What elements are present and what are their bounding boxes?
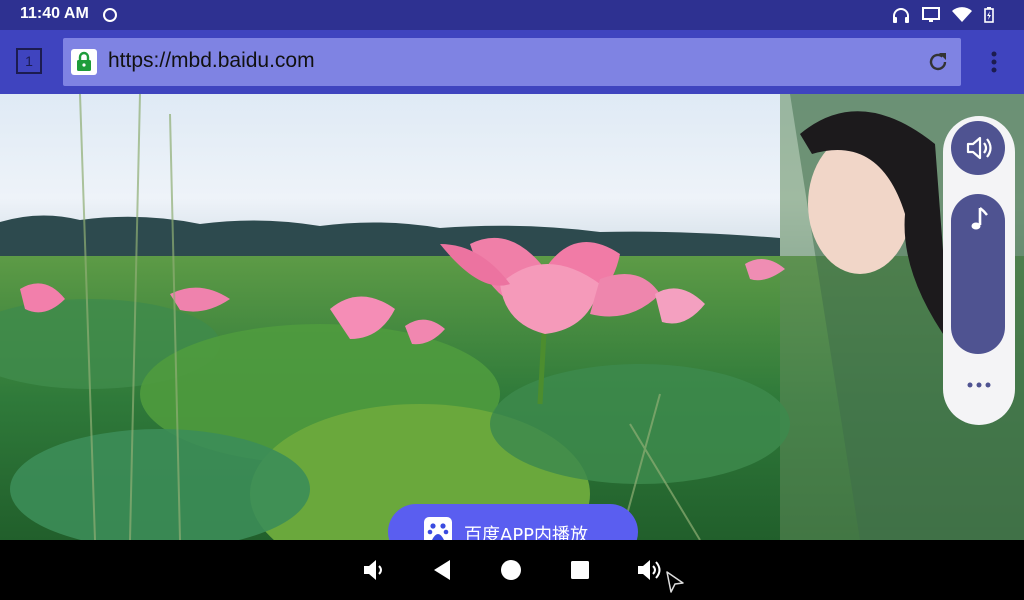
cursor-icon bbox=[666, 571, 684, 593]
volume-button[interactable] bbox=[951, 121, 1005, 175]
side-control-panel bbox=[943, 116, 1015, 425]
home-icon[interactable] bbox=[495, 554, 527, 586]
tab-switcher-button[interactable]: 1 bbox=[16, 48, 42, 74]
status-time: 11:40 AM bbox=[20, 5, 89, 22]
music-note-icon bbox=[971, 207, 988, 230]
open-in-baidu-app-button[interactable]: 百度APP内播放 bbox=[388, 504, 638, 540]
browser-toolbar: 1 https://mbd.baidu.com bbox=[0, 30, 1024, 94]
url-bar[interactable]: https://mbd.baidu.com bbox=[63, 38, 961, 86]
cast-icon bbox=[922, 7, 940, 22]
volume-up-icon[interactable] bbox=[634, 554, 666, 586]
volume-icon bbox=[966, 136, 992, 160]
volume-down-icon[interactable] bbox=[358, 554, 390, 586]
status-bar: 11:40 AM bbox=[0, 0, 1024, 30]
headphones-icon bbox=[893, 8, 909, 23]
status-icons bbox=[892, 7, 994, 23]
battery-icon bbox=[984, 7, 994, 23]
lock-icon bbox=[71, 49, 97, 75]
url-text[interactable]: https://mbd.baidu.com bbox=[108, 49, 315, 73]
reload-icon[interactable] bbox=[925, 49, 951, 75]
video-player[interactable]: 百度APP内播放 bbox=[0, 94, 1024, 540]
menu-icon[interactable] bbox=[980, 47, 1008, 77]
navigation-bar bbox=[0, 540, 1024, 600]
wifi-icon bbox=[952, 7, 972, 22]
back-icon[interactable] bbox=[426, 554, 458, 586]
app-button-label: 百度APP内播放 bbox=[464, 525, 589, 540]
baidu-paw-icon bbox=[424, 517, 452, 540]
more-icon[interactable] bbox=[965, 378, 993, 392]
music-button[interactable] bbox=[951, 194, 1005, 354]
clock-icon bbox=[103, 8, 117, 22]
recents-icon[interactable] bbox=[564, 554, 596, 586]
video-scene bbox=[0, 94, 1024, 540]
